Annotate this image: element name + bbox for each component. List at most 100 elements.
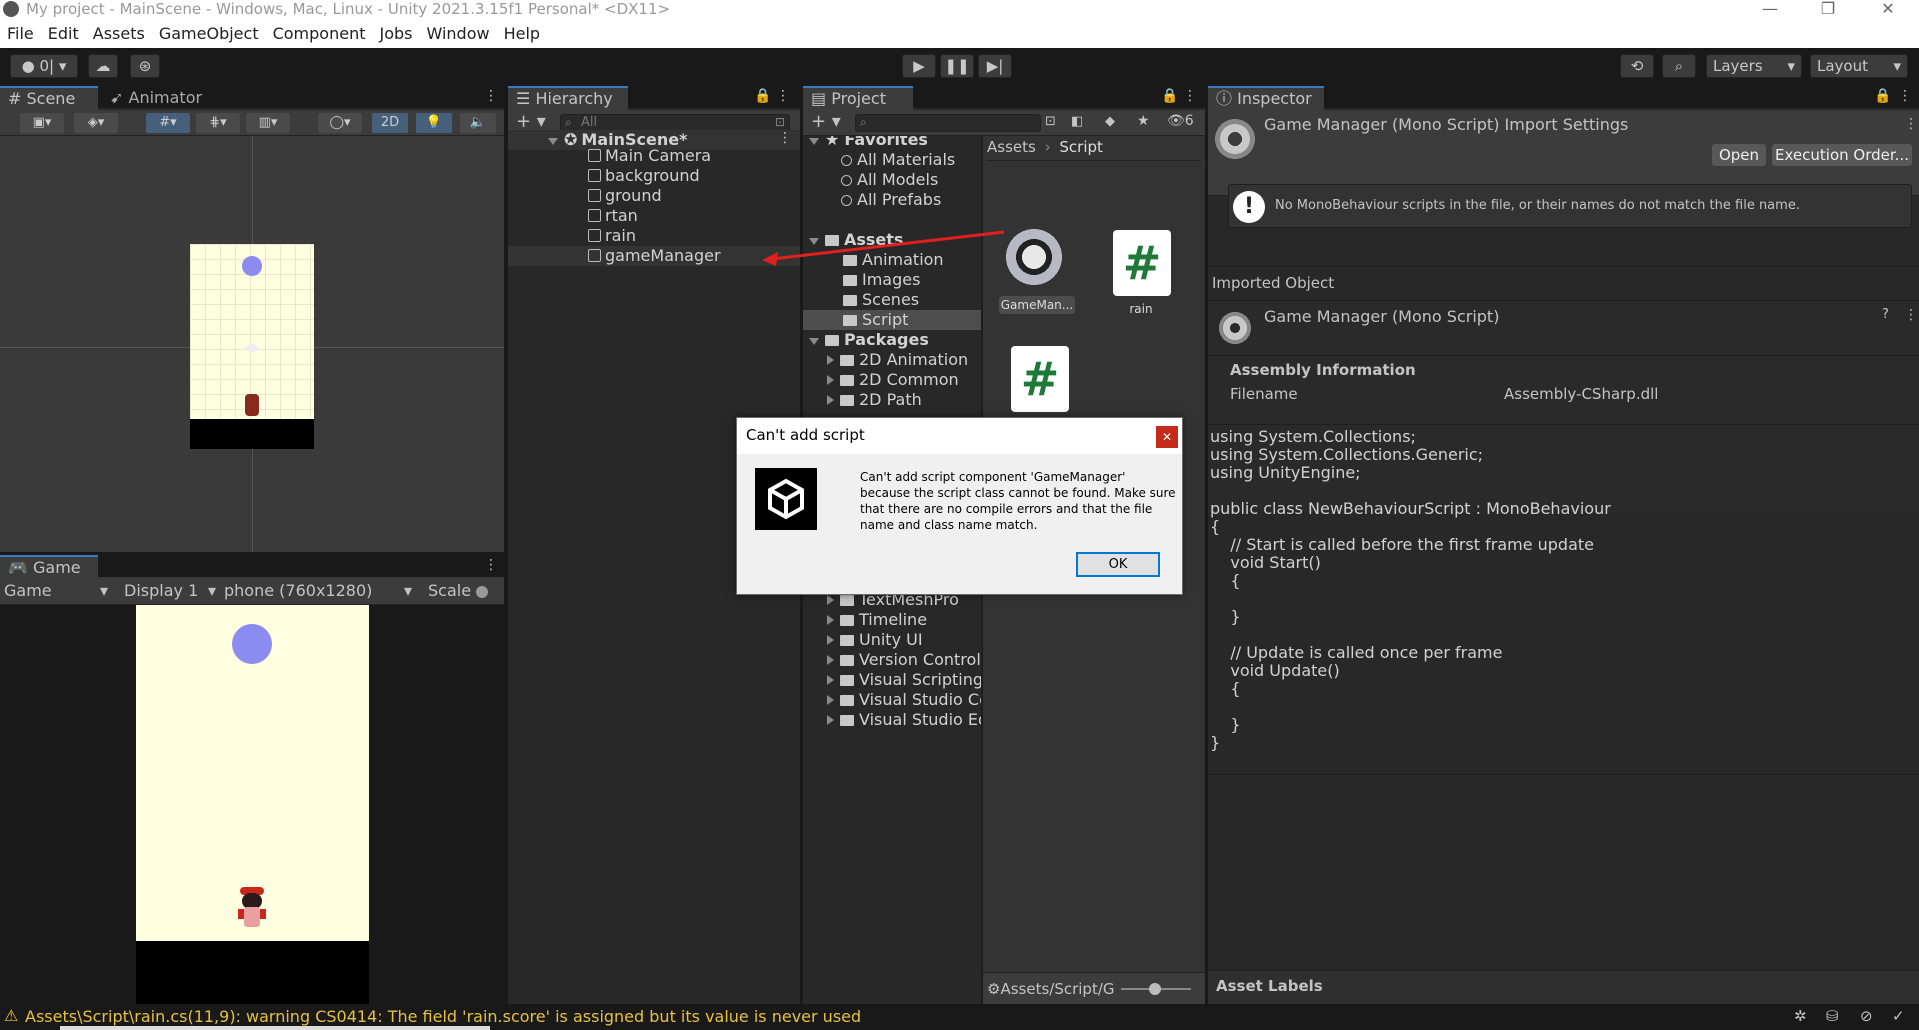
more-options-icon[interactable]: ⋮ <box>778 130 792 146</box>
render-mode-icon[interactable]: ◈▾ <box>74 113 118 133</box>
tab-inspector[interactable]: ⓘ Inspector <box>1208 86 1324 110</box>
ok-button[interactable]: OK <box>1076 552 1160 577</box>
hidden-count-badge[interactable]: 👁6 <box>1167 113 1194 129</box>
asset-rain[interactable]: # rain <box>1109 230 1173 320</box>
search-icon[interactable]: ⌕ <box>1662 54 1696 78</box>
package-2d-path[interactable]: 2D Path <box>803 390 981 410</box>
tab-project-label: Project <box>831 89 886 108</box>
menu-item-component[interactable]: Component <box>266 20 373 48</box>
packages-section[interactable]: Packages <box>809 330 929 350</box>
zoom-slider-thumb[interactable] <box>1149 983 1161 995</box>
ruler-icon[interactable]: ▥▾ <box>246 113 290 133</box>
lock-icon[interactable]: 🔒 <box>1161 88 1178 104</box>
hierarchy-item-ground[interactable]: ground <box>508 186 800 206</box>
favorite-all-materials[interactable]: All Materials <box>803 150 981 170</box>
help-icon[interactable]: ? <box>1882 307 1889 322</box>
execution-order-button[interactable]: Execution Order... <box>1772 144 1912 166</box>
grid-snap-icon[interactable]: #▾ <box>146 113 190 133</box>
package-version-control[interactable]: Version Control <box>803 650 981 670</box>
favorite-all-models[interactable]: All Models <box>803 170 981 190</box>
more-options-icon[interactable]: ⋮ <box>1904 116 1918 132</box>
package-timeline[interactable]: Timeline <box>803 610 981 630</box>
favorite-star-icon[interactable]: ★ <box>1137 113 1150 129</box>
package-2d-common[interactable]: 2D Common <box>803 370 981 390</box>
debug-icon[interactable]: ✲ <box>1794 1007 1807 1025</box>
dialog-close-icon[interactable]: ✕ <box>1156 426 1178 448</box>
mode-2d-button[interactable]: 2D <box>372 113 408 133</box>
hierarchy-item-main-camera[interactable]: Main Camera <box>508 146 800 166</box>
resolution-dropdown[interactable]: phone (760x1280) ▾ <box>224 581 414 600</box>
tab-hierarchy[interactable]: ☰ Hierarchy <box>508 86 628 110</box>
more-options-icon[interactable]: ⋮ <box>1904 307 1918 323</box>
menu-item-help[interactable]: Help <box>497 20 547 48</box>
console-message[interactable]: Assets\Script\rain.cs(11,9): warning CS0… <box>25 1007 861 1026</box>
collab-icon[interactable]: ⊛ <box>130 54 160 78</box>
scale-slider-thumb[interactable] <box>476 586 488 598</box>
draw-mode-icon[interactable]: ▣▾ <box>20 113 64 133</box>
label-icon[interactable]: ◆ <box>1105 114 1115 129</box>
project-search-input[interactable]: ⌕ <box>855 114 1041 132</box>
increment-snap-icon[interactable]: ⋕▾ <box>196 113 240 133</box>
favorite-all-prefabs[interactable]: All Prefabs <box>803 190 981 210</box>
asset-labels-bar[interactable]: Asset Labels <box>1208 970 1919 1004</box>
more-options-icon[interactable]: ⋮ <box>484 88 498 104</box>
search-options-icon[interactable]: ⊡ <box>775 115 785 129</box>
package-visual-scripting[interactable]: Visual Scripting <box>803 670 981 690</box>
cloud-icon[interactable]: ☁ <box>88 54 118 78</box>
add-button[interactable]: + ▾ <box>516 111 546 132</box>
play-button[interactable]: ▶ <box>902 54 936 78</box>
create-button[interactable]: + ▾ <box>811 111 841 132</box>
lighting-icon[interactable]: 💡 <box>416 113 452 133</box>
favorites-section[interactable]: ★ Favorites <box>809 136 928 150</box>
menu-item-file[interactable]: File <box>0 20 41 48</box>
menu-item-assets[interactable]: Assets <box>86 20 152 48</box>
close-window-icon[interactable]: ✕ <box>1868 0 1908 20</box>
menu-item-jobs[interactable]: Jobs <box>372 20 419 48</box>
lock-icon[interactable]: 🔒 <box>1874 88 1891 104</box>
game-view-dropdown[interactable]: Game ▾ <box>4 581 110 600</box>
package-2d-animation[interactable]: 2D Animation <box>803 350 981 370</box>
folder-scenes[interactable]: Scenes <box>803 290 981 310</box>
cache-icon[interactable]: ⛁ <box>1826 1007 1839 1025</box>
history-icon[interactable]: ⟲ <box>1620 54 1654 78</box>
folder-icon <box>843 295 857 306</box>
package-visual-studio-co[interactable]: Visual Studio Co <box>803 690 981 710</box>
tab-game[interactable]: 🎮 Game <box>0 555 98 579</box>
breadcrumb-assets[interactable]: Assets <box>987 138 1036 156</box>
menu-item-window[interactable]: Window <box>419 20 496 48</box>
breadcrumb-script[interactable]: Script <box>1059 138 1103 156</box>
tab-animator[interactable]: ➹ Animator <box>102 86 212 110</box>
filter-type-icon[interactable]: ◧ <box>1071 114 1083 129</box>
more-options-icon[interactable]: ⋮ <box>776 88 790 104</box>
inspector-panel: ⓘ Inspector 🔒 ⋮ Game Manager (Mono Scrip… <box>1208 86 1919 1004</box>
package-unity-ui[interactable]: Unity UI <box>803 630 981 650</box>
tab-project[interactable]: ▤ Project <box>803 86 913 110</box>
tab-scene[interactable]: # Scene <box>0 86 98 110</box>
check-icon[interactable]: ✓ <box>1892 1007 1905 1025</box>
minimize-icon[interactable]: — <box>1750 0 1790 20</box>
folder-images[interactable]: Images <box>803 270 981 290</box>
more-options-icon[interactable]: ⋮ <box>1183 88 1197 104</box>
layout-dropdown[interactable]: Layout ▾ <box>1810 54 1908 78</box>
game-viewport[interactable] <box>0 605 504 1004</box>
more-options-icon[interactable]: ⋮ <box>1898 88 1912 104</box>
menu-item-gameobject[interactable]: GameObject <box>152 20 266 48</box>
network-icon[interactable]: ⊘ <box>1860 1007 1873 1025</box>
pause-button[interactable]: ❚❚ <box>940 54 974 78</box>
package-visual-studio-edi[interactable]: Visual Studio Edi <box>803 710 981 730</box>
lock-icon[interactable]: 🔒 <box>754 88 771 104</box>
menu-item-edit[interactable]: Edit <box>41 20 86 48</box>
step-button[interactable]: ▶| <box>978 54 1012 78</box>
account-dropdown[interactable]: ● 0| ▾ <box>10 54 78 78</box>
display-dropdown[interactable]: Display 1 ▾ <box>124 581 218 600</box>
hierarchy-item-background[interactable]: background <box>508 166 800 186</box>
more-options-icon[interactable]: ⋮ <box>484 557 498 573</box>
search-options-icon[interactable]: ⊡ <box>1045 114 1056 129</box>
folder-script[interactable]: Script <box>803 310 981 330</box>
open-button[interactable]: Open <box>1712 144 1766 166</box>
scene-viewport[interactable] <box>0 136 504 552</box>
gizmo-icon[interactable]: ◯▾ <box>318 113 362 133</box>
restore-icon[interactable]: ❐ <box>1808 0 1848 20</box>
audio-icon[interactable]: 🔈 <box>460 113 496 133</box>
layers-dropdown[interactable]: Layers ▾ <box>1706 54 1802 78</box>
